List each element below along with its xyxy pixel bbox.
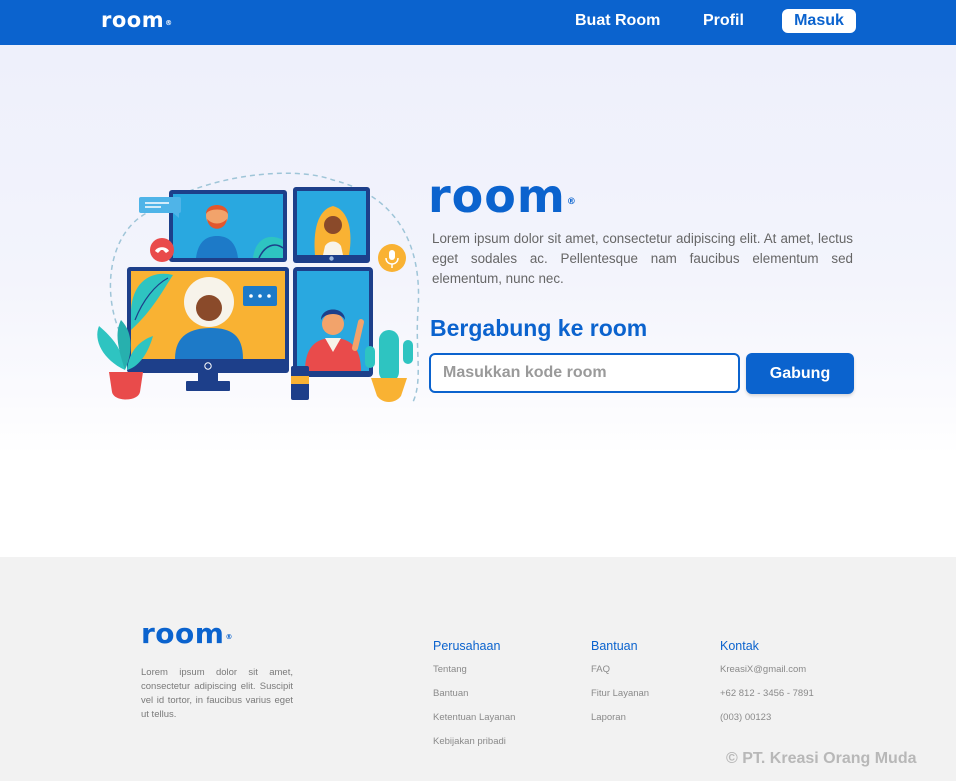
join-button[interactable]: Gabung — [746, 353, 854, 394]
footer-column-title: Perusahaan — [433, 639, 501, 653]
nav-logo[interactable]: room® — [101, 8, 173, 32]
hero-section: room® Lorem ipsum dolor sit amet, consec… — [0, 45, 956, 557]
nav-buat-room-link[interactable]: Buat Room — [575, 11, 660, 31]
hero-description: Lorem ipsum dolor sit amet, consectetur … — [432, 231, 853, 286]
footer-column-bantuan: Bantuan FAQ Fitur Layanan Laporan — [591, 638, 649, 736]
footer-contact-fax[interactable]: (003) 00123 — [720, 712, 814, 724]
registered-mark-icon: ® — [165, 19, 173, 27]
footer-logo-text: room — [141, 617, 225, 650]
footer-link-bantuan[interactable]: Bantuan — [433, 688, 515, 700]
registered-mark-icon: ® — [225, 633, 233, 641]
footer: room® Lorem ipsum dolor sit amet, consec… — [0, 557, 956, 781]
navbar: room® Buat Room Profil Masuk — [0, 0, 956, 45]
footer-contact-phone[interactable]: +62 812 - 3456 - 7891 — [720, 688, 814, 700]
nav-logo-text: room — [101, 8, 165, 32]
footer-link-fitur-layanan[interactable]: Fitur Layanan — [591, 688, 649, 700]
room-code-input[interactable] — [429, 353, 740, 393]
hero-brand-logo: room® — [428, 173, 577, 219]
login-button[interactable]: Masuk — [782, 9, 856, 33]
footer-link-faq[interactable]: FAQ — [591, 664, 649, 676]
footer-column-title: Kontak — [720, 639, 759, 653]
nav-profil-link[interactable]: Profil — [703, 11, 744, 31]
footer-link-ketentuan-layanan[interactable]: Ketentuan Layanan — [433, 712, 515, 724]
footer-column-title: Bantuan — [591, 639, 638, 653]
footer-column-kontak: Kontak KreasiX@gmail.com +62 812 - 3456 … — [720, 638, 814, 736]
footer-logo[interactable]: room® — [141, 619, 233, 649]
footer-link-laporan[interactable]: Laporan — [591, 712, 649, 724]
copyright-text: © PT. Kreasi Orang Muda — [726, 750, 917, 767]
video-call-illustration — [97, 172, 420, 403]
footer-link-tentang[interactable]: Tentang — [433, 664, 515, 676]
hero-brand-text: room — [428, 169, 566, 223]
registered-mark-icon: ® — [566, 197, 577, 207]
footer-description: Lorem ipsum dolor sit amet, consectetur … — [141, 667, 293, 720]
footer-link-kebijakan-pribadi[interactable]: Kebijakan pribadi — [433, 736, 515, 748]
join-title: Bergabung ke room — [430, 315, 648, 341]
footer-column-perusahaan: Perusahaan Tentang Bantuan Ketentuan Lay… — [433, 638, 515, 760]
footer-contact-email[interactable]: KreasiX@gmail.com — [720, 664, 814, 676]
